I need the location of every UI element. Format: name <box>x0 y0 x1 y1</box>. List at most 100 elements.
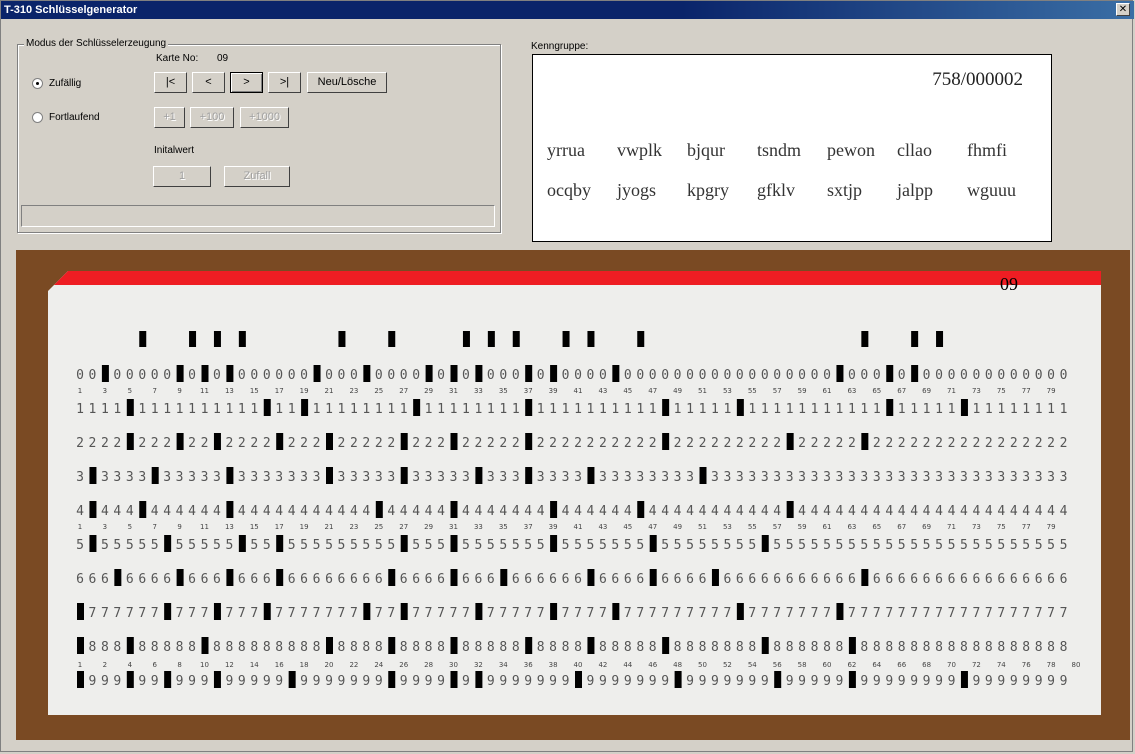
card-column-number: 47 <box>648 523 657 531</box>
card-digit: 1 <box>325 402 333 417</box>
random-button[interactable]: Zufall <box>224 166 290 187</box>
initial-value-field[interactable]: 1 <box>153 166 211 187</box>
card-punch <box>164 603 172 620</box>
card-digit: 5 <box>176 538 184 553</box>
previous-card-button[interactable]: < <box>192 72 225 93</box>
card-digit: 6 <box>686 572 694 587</box>
karte-label: Karte No: <box>156 53 199 64</box>
card-digit: 2 <box>587 436 595 451</box>
card-digit: 3 <box>611 470 619 485</box>
card-digit: 6 <box>188 572 196 587</box>
card-digit: 3 <box>250 470 258 485</box>
card-digit: 0 <box>860 368 868 383</box>
card-digit: 4 <box>674 504 682 519</box>
card-punch <box>512 331 520 347</box>
card-digit: 6 <box>873 572 881 587</box>
card-digit: 6 <box>960 572 968 587</box>
card-punch <box>662 637 670 654</box>
card-column-number: 61 <box>823 387 832 395</box>
card-digit: 0 <box>412 368 420 383</box>
card-digit: 9 <box>512 674 520 689</box>
new-delete-button[interactable]: Neu/Lösche <box>307 72 387 93</box>
card-column-number: 56 <box>773 661 782 669</box>
card-column-number: 7 <box>152 387 156 395</box>
card-digit: 4 <box>811 504 819 519</box>
card-digit: 5 <box>748 538 756 553</box>
card-digit: 9 <box>250 674 258 689</box>
card-digit: 9 <box>1022 674 1030 689</box>
card-column-number: 79 <box>1047 523 1056 531</box>
card-digit: 4 <box>425 504 433 519</box>
card-digit: 8 <box>836 640 844 655</box>
plus-100-button[interactable]: +100 <box>190 107 234 128</box>
card-digit: 4 <box>462 504 470 519</box>
card-digit: 3 <box>113 470 121 485</box>
card-digit: 5 <box>225 538 233 553</box>
card-digit: 6 <box>201 572 209 587</box>
card-digit: 1 <box>985 402 993 417</box>
plus-1000-button[interactable]: +1000 <box>240 107 289 128</box>
card-punch <box>450 535 458 552</box>
card-digit: 5 <box>151 538 159 553</box>
card-digit: 8 <box>1022 640 1030 655</box>
card-digit: 6 <box>1047 572 1055 587</box>
card-digit: 5 <box>375 538 383 553</box>
first-card-button[interactable]: |< <box>154 72 187 93</box>
card-digit: 9 <box>587 674 595 689</box>
card-digit: 8 <box>412 640 420 655</box>
card-digit: 1 <box>761 402 769 417</box>
card-digit: 3 <box>848 470 856 485</box>
card-digit: 3 <box>723 470 731 485</box>
card-column-number: 9 <box>177 387 181 395</box>
card-digit: 4 <box>923 504 931 519</box>
card-column-number: 63 <box>847 387 856 395</box>
card-digit: 7 <box>350 606 358 621</box>
card-digit: 0 <box>437 368 445 383</box>
card-digit: 3 <box>748 470 756 485</box>
card-punch <box>587 467 595 484</box>
next-card-button[interactable]: > <box>230 72 263 93</box>
card-digit: 3 <box>661 470 669 485</box>
card-digit: 5 <box>338 538 346 553</box>
card-digit: 0 <box>213 368 221 383</box>
card-digit: 9 <box>761 674 769 689</box>
card-column-number: 21 <box>325 523 334 531</box>
card-punch <box>176 569 184 586</box>
close-icon[interactable]: ✕ <box>1116 3 1130 16</box>
card-digit: 4 <box>250 504 258 519</box>
card-digit: 8 <box>699 640 707 655</box>
card-digit: 1 <box>636 402 644 417</box>
card-digit: 7 <box>176 606 184 621</box>
card-digit: 4 <box>910 504 918 519</box>
last-card-button[interactable]: >| <box>268 72 301 93</box>
card-digit: 6 <box>798 572 806 587</box>
card-digit: 7 <box>773 606 781 621</box>
card-digit: 4 <box>201 504 209 519</box>
card-digit: 9 <box>798 674 806 689</box>
card-digit: 4 <box>263 504 271 519</box>
card-digit: 8 <box>101 640 109 655</box>
card-column-number: 25 <box>374 387 383 395</box>
card-digit: 6 <box>462 572 470 587</box>
card-digit: 6 <box>101 572 109 587</box>
card-digit: 7 <box>848 606 856 621</box>
card-digit: 6 <box>425 572 433 587</box>
radio-random[interactable] <box>32 78 43 89</box>
card-digit: 2 <box>711 436 719 451</box>
card-digit: 6 <box>674 572 682 587</box>
radio-sequential[interactable] <box>32 112 43 123</box>
card-digit: 7 <box>238 606 246 621</box>
group-code: jalpp <box>897 180 933 200</box>
card-digit: 5 <box>474 538 482 553</box>
card-digit: 9 <box>823 674 831 689</box>
card-column-number: 38 <box>549 661 558 669</box>
card-digit: 6 <box>786 572 794 587</box>
card-digit: 6 <box>636 572 644 587</box>
card-digit: 3 <box>1060 470 1068 485</box>
card-digit: 2 <box>599 436 607 451</box>
plus-1-button[interactable]: +1 <box>154 107 185 128</box>
card-column-number: 57 <box>773 387 782 395</box>
card-digit: 0 <box>811 368 819 383</box>
card-digit: 0 <box>163 368 171 383</box>
card-digit: 6 <box>898 572 906 587</box>
